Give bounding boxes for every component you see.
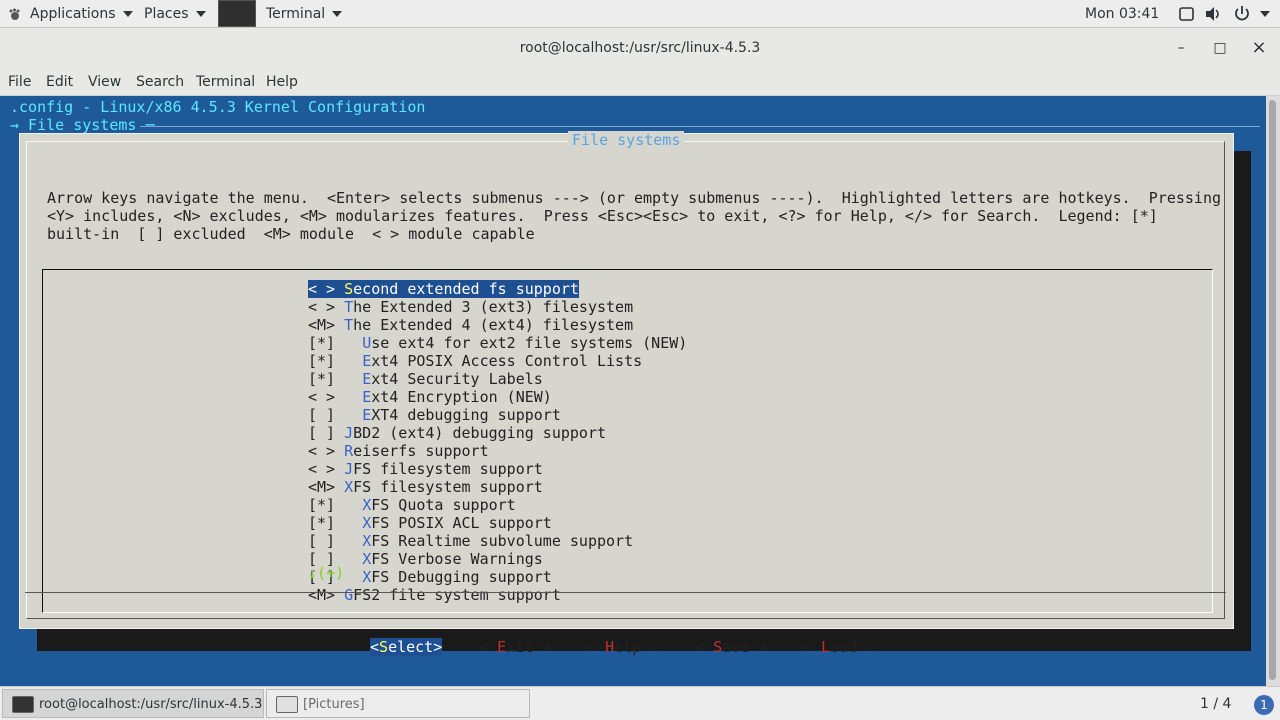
menu-item[interactable]: <M> The Extended 4 (ext4) filesystem [308,316,633,334]
bottom-taskbar: root@localhost:/usr/src/linux-4.5.3 [Pic… [0,686,1280,720]
terminal-icon [12,696,34,713]
menu-item[interactable]: [ ] JBD2 (ext4) debugging support [308,424,606,442]
exit-button[interactable]: < Exit > [479,638,551,656]
more-indicator: ↓(+) [308,564,345,582]
menu-help[interactable]: Help [266,74,298,90]
load-button[interactable]: < Load > [803,638,875,656]
folder-icon [276,696,298,713]
terminal-scrollbar[interactable] [1266,96,1280,686]
screen-icon[interactable] [1179,0,1195,28]
menu-search[interactable]: Search [136,74,184,90]
menu-item[interactable]: < > Reiserfs support [308,442,489,460]
terminal-app-menu[interactable]: Terminal [266,0,343,28]
places-menu[interactable]: Places [144,0,206,28]
menu-item[interactable]: [ ] XFS Debugging support [308,568,552,586]
menu-item[interactable]: [*] Ext4 POSIX Access Control Lists [308,352,642,370]
menu-edit[interactable]: Edit [46,74,73,90]
chevron-down-icon [195,11,206,17]
workspace-pager[interactable]: 1 / 4 [1200,696,1231,712]
menu-item[interactable]: <M> GFS2 file system support [308,586,561,604]
help-text-line: Arrow keys navigate the menu. <Enter> se… [47,189,1221,207]
applications-menu[interactable]: Applications [30,0,133,28]
breadcrumb: → File systems ─ [10,116,155,134]
volume-icon[interactable] [1205,0,1223,28]
dialog-title: File systems [568,131,685,149]
menu-item[interactable]: [ ] XFS Realtime subvolume support [308,532,633,550]
help-text-line: built-in [ ] excluded <M> module < > mod… [47,225,535,243]
window-titlebar[interactable]: root@localhost:/usr/src/linux-4.5.3 – □ … [0,28,1280,68]
select-button[interactable]: <Select> [370,638,443,656]
help-text-line: <Y> includes, <N> excludes, <M> modulari… [47,207,1158,225]
minimize-button[interactable]: – [1169,28,1193,68]
menu-item[interactable]: < > JFS filesystem support [308,460,543,478]
menu-terminal[interactable]: Terminal [196,74,255,90]
menuconfig-dialog: File systems Arrow keys navigate the men… [19,131,1234,656]
maximize-button[interactable]: □ [1208,28,1232,68]
button-separator [25,592,1226,593]
task-terminal[interactable]: root@localhost:/usr/src/linux-4.5.3 [2,689,264,718]
terminal-app-icon [218,0,256,27]
clock[interactable]: Mon 03:41 [1085,0,1159,28]
menu-item[interactable]: < > Second extended fs support [308,280,579,298]
menu-item[interactable]: [*] Ext4 Security Labels [308,370,543,388]
top-panel: Applications Places Terminal Mon 03:41 [0,0,1280,28]
menu-item[interactable]: [ ] EXT4 debugging support [308,406,561,424]
chevron-down-icon[interactable] [1260,0,1270,28]
menu-item[interactable]: [*] XFS POSIX ACL support [308,514,552,532]
menu-item[interactable]: < > Ext4 Encryption (NEW) [308,388,552,406]
chevron-down-icon [122,11,133,17]
help-button[interactable]: < Help > [587,638,659,656]
chevron-down-icon [332,11,343,17]
scrollbar-thumb[interactable] [1269,100,1276,680]
config-title: .config - Linux/x86 4.5.3 Kernel Configu… [10,98,426,116]
menu-file[interactable]: File [8,74,31,90]
menubar: File Edit View Search Terminal Help [0,68,1280,96]
task-pictures[interactable]: [Pictures] [266,689,530,718]
close-button[interactable]: × [1247,28,1271,68]
notification-badge[interactable]: 1 [1254,695,1274,715]
save-button[interactable]: < Save > [695,638,767,656]
terminal-view[interactable]: .config - Linux/x86 4.5.3 Kernel Configu… [0,96,1266,686]
menu-view[interactable]: View [88,74,121,90]
menu-item[interactable]: < > The Extended 3 (ext3) filesystem [308,298,633,316]
menu-item[interactable]: <M> XFS filesystem support [308,478,543,496]
gnome-foot-icon [8,8,20,20]
power-icon[interactable] [1233,0,1251,28]
menu-item[interactable]: [*] Use ext4 for ext2 file systems (NEW) [308,334,687,352]
breadcrumb-rule [140,126,1260,127]
menu-item[interactable]: [*] XFS Quota support [308,496,516,514]
window-title: root@localhost:/usr/src/linux-4.5.3 [519,40,761,56]
